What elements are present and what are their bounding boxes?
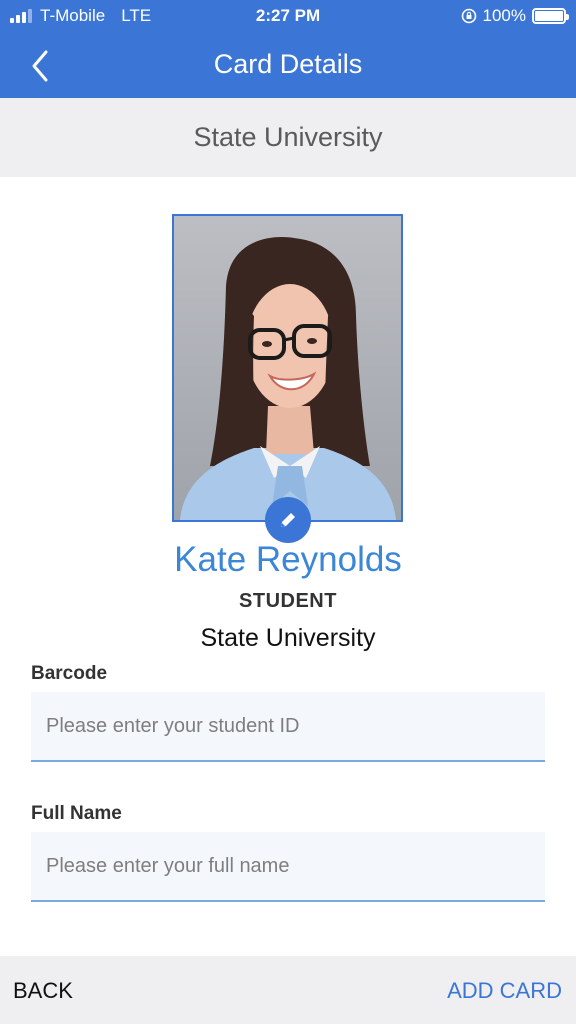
status-bar: T-Mobile LTE 2:27 PM 100% bbox=[0, 0, 576, 34]
add-card-button[interactable]: ADD CARD bbox=[447, 978, 562, 1004]
full-name-label: Full Name bbox=[31, 803, 122, 824]
pencil-icon bbox=[281, 513, 295, 527]
app-header: T-Mobile LTE 2:27 PM 100% Card Details bbox=[0, 0, 576, 98]
battery-percent: 100% bbox=[482, 6, 526, 25]
barcode-input[interactable] bbox=[31, 692, 545, 762]
profile-name: Kate Reynolds bbox=[174, 540, 402, 579]
barcode-label: Barcode bbox=[31, 663, 108, 684]
bottom-action-bar: BACK ADD CARD bbox=[0, 956, 576, 1024]
edit-photo-button[interactable] bbox=[265, 497, 311, 543]
portrait-illustration bbox=[174, 216, 401, 520]
status-right: 100% bbox=[461, 6, 569, 26]
profile-photo bbox=[172, 214, 403, 522]
rotation-lock-icon bbox=[461, 8, 476, 24]
nav-bar: Card Details bbox=[0, 34, 576, 98]
back-button[interactable]: BACK bbox=[13, 978, 73, 1004]
profile-role: STUDENT bbox=[239, 590, 337, 612]
battery-icon bbox=[532, 8, 569, 24]
page-title: Card Details bbox=[213, 49, 363, 79]
full-name-input[interactable] bbox=[31, 832, 545, 902]
institution-header: State University bbox=[0, 98, 576, 177]
profile-school: State University bbox=[200, 624, 376, 652]
